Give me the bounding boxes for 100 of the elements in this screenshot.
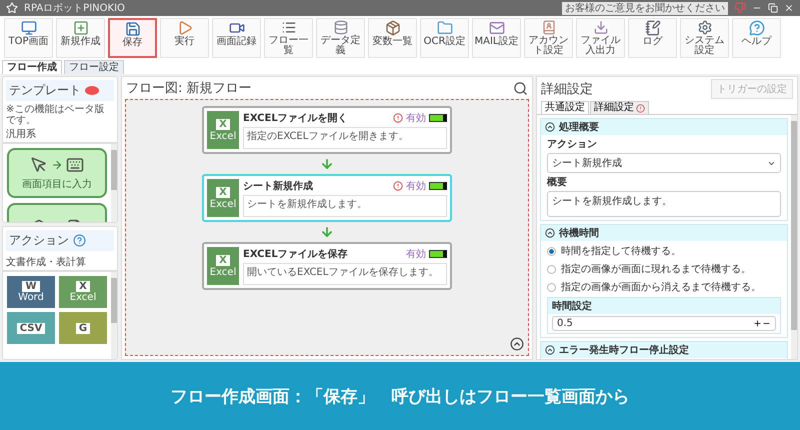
enabled-label: 有効 (406, 248, 426, 261)
collapse-icon[interactable] (510, 337, 524, 351)
down-arrow-icon (320, 157, 334, 171)
toolbar-button[interactable]: フロー一覧 (264, 18, 313, 58)
radio-button[interactable] (547, 246, 556, 256)
toolbar-button[interactable]: データ定義 (316, 18, 365, 58)
toolbar-button[interactable]: アカウント設定 (524, 18, 573, 58)
field-label: 概要 (546, 176, 568, 189)
box-icon (384, 20, 400, 36)
section-header[interactable]: 処理概要 (541, 119, 787, 135)
toolbar-button[interactable]: 変数一覧 (368, 18, 417, 58)
monitor-icon (20, 20, 36, 36)
collapse-icon (545, 228, 555, 238)
contact-book-icon (540, 20, 556, 35)
field-label: アクション (546, 138, 598, 151)
category-label: 汎用系 (3, 126, 117, 144)
help-icon (73, 234, 86, 248)
time-field[interactable]: 0.5 (552, 316, 776, 331)
flow-title: フロー図: 新規フロー (126, 80, 252, 97)
envelope-icon (488, 20, 504, 36)
section-header[interactable]: エラー発生時フロー停止設定 (541, 342, 787, 358)
tab[interactable]: 詳細設定 (590, 101, 649, 114)
collapse-icon (545, 122, 555, 132)
overview-field[interactable]: シートを新規作成します。 (547, 191, 781, 217)
scrollbar[interactable] (111, 144, 117, 222)
toolbar-button[interactable]: ヘルプ (732, 18, 781, 58)
list-icon (280, 20, 296, 35)
template-card[interactable]: 画面項目に入力 (7, 148, 107, 198)
toolbar-button[interactable]: 画面記録 (212, 18, 261, 58)
step-description: シートを新規作成します。 (243, 195, 447, 217)
database-icon (332, 20, 348, 35)
plus-icon[interactable] (753, 319, 762, 328)
scrollbar[interactable] (791, 115, 797, 359)
radio-label: 時間を指定して待機する。 (561, 244, 681, 258)
keyboard-icon (66, 156, 84, 174)
enable-toggle[interactable] (429, 114, 447, 122)
step-description: 指定のEXCELファイルを開きます。 (243, 127, 447, 149)
radio-button[interactable] (547, 282, 556, 292)
arrow-icon (51, 158, 63, 170)
help-icon (748, 20, 764, 36)
beta-note: ※この機能はベータ版です。 (5, 104, 106, 126)
toolbar-button[interactable]: システム設定 (680, 18, 729, 58)
enable-toggle[interactable] (429, 182, 447, 190)
window-title: RPAロボットPINOKIO (24, 2, 126, 15)
step-description: 開いているEXCELファイルを保存します。 (243, 263, 447, 285)
panel-title: テンプレート (9, 82, 81, 99)
restore-button[interactable] (768, 3, 778, 13)
mouse-icon (30, 156, 48, 174)
radio-label: 指定の画像が画面に現れるまで待機する。 (561, 262, 751, 276)
down-arrow-icon (320, 225, 334, 239)
app-icon: X Excel (207, 247, 239, 285)
action-dropdown[interactable]: シート新規作成 (547, 153, 781, 173)
scrollbar[interactable] (111, 272, 117, 359)
toolbar-button[interactable]: OCR設定 (420, 18, 469, 58)
notepad-icon (644, 20, 660, 36)
search-icon[interactable] (513, 80, 528, 96)
flow-step-card[interactable]: X Excel シート新規作成 有効 シートを新規作成します。 (202, 174, 452, 222)
settings-icon (696, 20, 712, 35)
folder-icon (436, 20, 452, 36)
panel-title: 詳細設定 (541, 81, 593, 98)
tab[interactable]: 共通設定 (541, 101, 589, 114)
section-header[interactable]: 待機時間 (541, 225, 787, 241)
toolbar-button[interactable]: 実行 (160, 18, 209, 58)
collapse-icon (545, 345, 555, 355)
app-icon: X Excel (207, 179, 239, 217)
action-tile[interactable]: G (59, 312, 107, 344)
enabled-label: 有効 (406, 180, 426, 193)
app-icon: X Excel (207, 111, 239, 149)
step-title: EXCELファイルを開く (243, 112, 349, 125)
feedback-link[interactable]: お客様のご意見をお聞かせください (562, 2, 728, 14)
action-tile[interactable]: X Excel (59, 276, 107, 308)
close-button[interactable] (784, 3, 794, 13)
enable-toggle[interactable] (429, 250, 447, 258)
step-title: シート新規作成 (243, 179, 314, 193)
field-label: 時間設定 (548, 298, 780, 314)
toolbar-button[interactable]: 新規作成 (56, 18, 105, 58)
step-title: EXCELファイルを保存 (243, 248, 349, 261)
enabled-label: 有効 (406, 112, 426, 125)
plus-square-icon (72, 20, 88, 36)
panel-title: アクション (9, 232, 69, 250)
action-tile[interactable]: CSV (7, 312, 55, 344)
new-badge-icon (85, 86, 99, 95)
action-tile[interactable]: W Word (7, 276, 55, 308)
radio-label: 指定の画像が画面から消えるまで待機する。 (561, 280, 761, 294)
caption-text: フロー作成画面：「保存」 呼び出しはフロー一覧画面から (170, 386, 630, 408)
toolbar-button[interactable]: ファイル入出力 (576, 18, 625, 58)
toolbar-button[interactable]: MAIL設定 (472, 18, 521, 58)
radio-button[interactable] (547, 264, 556, 274)
toolbar-button[interactable]: TOP画面 (4, 18, 53, 58)
toolbar-button[interactable]: ログ (628, 18, 677, 58)
tab[interactable]: フロー作成 (2, 60, 62, 74)
save-icon (124, 21, 140, 37)
tab[interactable]: フロー設定 (64, 60, 124, 74)
thumbs-down-icon (734, 2, 746, 14)
toolbar-button[interactable]: 保存 (108, 18, 157, 58)
flow-step-card[interactable]: X Excel EXCELファイルを保存 有効 開いているEXCELファイルを保存します。 (202, 242, 452, 290)
flow-step-card[interactable]: X Excel EXCELファイルを開く 有効 指定のEXCELファイルを開きます。 (202, 106, 452, 154)
download-icon (592, 20, 608, 35)
category-label: 文書作成・表計算 (3, 254, 117, 272)
play-icon (176, 20, 192, 36)
